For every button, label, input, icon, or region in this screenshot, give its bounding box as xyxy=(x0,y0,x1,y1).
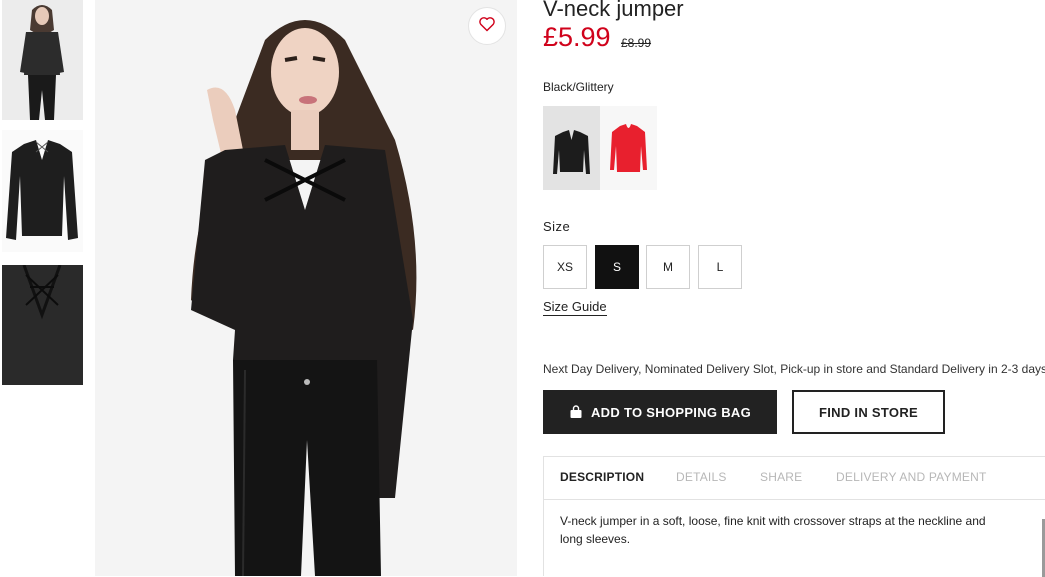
tab-details[interactable]: DETAILS xyxy=(676,470,727,484)
favorite-button[interactable] xyxy=(468,7,506,45)
product-title: V-neck jumper xyxy=(543,0,684,21)
description-text: V-neck jumper in a soft, loose, fine kni… xyxy=(560,514,986,546)
thumbnail-model[interactable] xyxy=(2,0,83,120)
color-name: Black/Glittery xyxy=(543,80,614,94)
tab-share[interactable]: SHARE xyxy=(760,470,802,484)
delivery-info: Next Day Delivery, Nominated Delivery Sl… xyxy=(543,362,1045,376)
tab-delivery-and-payment[interactable]: DELIVERY AND PAYMENT xyxy=(836,470,987,484)
product-info-tabs: DESCRIPTION DETAILS SHARE DELIVERY AND P… xyxy=(543,456,1045,577)
tab-description[interactable]: DESCRIPTION xyxy=(560,470,644,484)
original-price: £8.99 xyxy=(621,36,652,50)
color-swatch-red[interactable] xyxy=(600,106,657,190)
find-in-store-button[interactable]: FIND IN STORE xyxy=(792,390,945,434)
size-option-s[interactable]: S xyxy=(595,245,639,289)
sale-price: £5.99 xyxy=(543,22,611,52)
size-label: Size xyxy=(543,219,571,234)
tabs-row: DESCRIPTION DETAILS SHARE DELIVERY AND P… xyxy=(544,457,1045,500)
heart-icon xyxy=(478,16,496,37)
size-option-xs[interactable]: XS xyxy=(543,245,587,289)
shopping-bag-icon xyxy=(569,405,583,419)
thumbnail-detail[interactable] xyxy=(2,265,83,385)
thumbnail-product-front[interactable] xyxy=(2,130,83,252)
size-option-m[interactable]: M xyxy=(646,245,690,289)
add-to-bag-label: ADD TO SHOPPING BAG xyxy=(590,404,752,420)
main-product-image xyxy=(95,0,517,576)
add-to-bag-button[interactable]: ADD TO SHOPPING BAG xyxy=(543,390,777,434)
size-guide-link[interactable]: Size Guide xyxy=(543,299,607,316)
size-option-l[interactable]: L xyxy=(698,245,742,289)
color-swatch-black[interactable] xyxy=(543,106,600,190)
